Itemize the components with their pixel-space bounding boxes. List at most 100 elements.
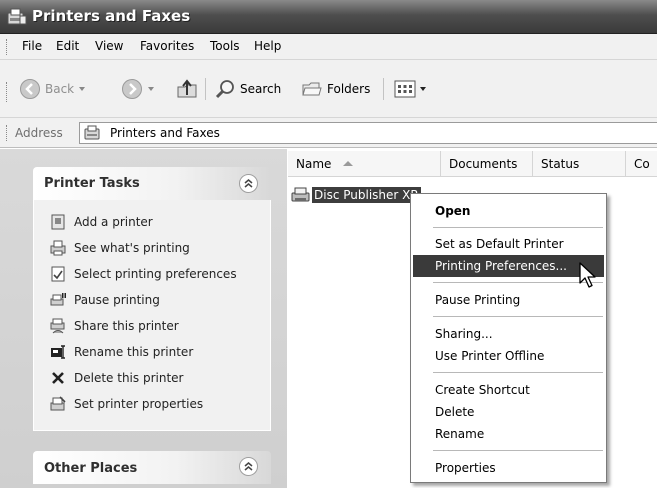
task-see-printing[interactable]: See what's printing [49,238,190,258]
printer-name: Disc Publisher XR [312,187,421,203]
list-header: Name Documents Status Co [288,151,657,177]
menu-help[interactable]: Help [254,39,281,53]
column-header-status[interactable]: Status [533,151,626,177]
menu-item-delete[interactable]: Delete [411,401,606,423]
menu-item-set-default[interactable]: Set as Default Printer [411,233,606,255]
views-icon [394,80,416,98]
up-folder-button[interactable] [175,74,199,104]
toolbar-grip[interactable] [6,82,9,102]
share-printer-icon [49,318,66,335]
task-share-printer[interactable]: Share this printer [49,316,179,336]
address-label: Address [15,126,63,140]
rename-icon [49,344,66,361]
address-input[interactable]: Printers and Faxes [79,122,657,144]
forward-arrow-icon [122,79,142,99]
collapse-icon[interactable] [239,174,258,193]
properties-icon [49,396,66,413]
task-select-preferences[interactable]: Select printing preferences [49,264,237,284]
menu-file[interactable]: File [22,39,42,53]
menu-item-label: Create Shortcut [435,383,530,397]
menu-item-pause-printing[interactable]: Pause Printing [411,289,606,311]
menu-separator [433,227,603,228]
column-header-documents[interactable]: Documents [441,151,533,177]
column-label: Co [634,157,650,171]
window-title: Printers and Faxes [32,7,191,25]
up-folder-icon [177,79,197,98]
list-item[interactable]: Disc Publisher XR [291,184,421,206]
task-set-properties[interactable]: Set printer properties [49,394,203,414]
task-rename-printer[interactable]: Rename this printer [49,342,193,362]
menu-item-sharing[interactable]: Sharing... [411,323,606,345]
task-delete-printer[interactable]: Delete this printer [49,368,183,388]
task-pause-printing[interactable]: Pause printing [49,290,160,310]
collapse-icon[interactable] [239,457,258,476]
context-menu: Open Set as Default Printer Printing Pre… [410,193,607,483]
printers-folder-icon [7,8,27,25]
printers-folder-icon [84,125,100,140]
add-printer-icon [49,214,66,231]
column-label: Status [541,157,580,171]
task-label: Share this printer [74,319,179,333]
chevron-down-icon[interactable] [420,87,426,91]
menu-item-label: Rename [435,427,485,441]
menu-item-label: Sharing... [435,327,493,341]
task-label: Set printer properties [74,397,204,411]
task-label: Add a printer [74,215,153,229]
other-places-title: Other Places [44,461,138,476]
printer-icon [291,187,310,202]
title-bar: Printers and Faxes [0,0,657,34]
column-label: Name [296,157,332,171]
back-label: Back [45,82,75,96]
column-label: Documents [449,157,518,171]
menu-item-label: Printing Preferences... [435,259,567,273]
addressbar-grip[interactable] [6,125,9,141]
menu-tools[interactable]: Tools [210,39,240,53]
column-header-comments[interactable]: Co [626,151,657,177]
address-value: Printers and Faxes [110,126,220,140]
toolbar: Back Search Folders [0,60,657,118]
menu-separator [433,450,603,451]
menu-item-label: Use Printer Offline [435,349,545,363]
pause-printer-icon [49,292,66,309]
task-label: See what's printing [74,241,190,255]
menu-item-label: Open [435,204,471,218]
menu-item-properties[interactable]: Properties [411,457,606,479]
folders-label: Folders [327,82,371,96]
menu-separator [433,316,603,317]
printer-tasks-panel: Add a printer See what's printing Select… [33,200,271,431]
menu-view[interactable]: View [95,39,123,53]
chevron-down-icon[interactable] [148,87,154,91]
forward-button[interactable] [121,74,154,104]
search-icon [215,80,234,99]
column-header-name[interactable]: Name [288,151,441,177]
toolbar-separator [205,78,206,100]
menu-item-use-offline[interactable]: Use Printer Offline [411,345,606,367]
chevron-down-icon[interactable] [79,87,86,91]
menu-item-open[interactable]: Open [411,200,606,222]
views-button[interactable] [393,74,426,104]
task-add-printer[interactable]: Add a printer [49,212,153,232]
menu-item-rename[interactable]: Rename [411,423,606,445]
folders-button[interactable]: Folders [301,74,370,104]
menu-favorites[interactable]: Favorites [140,39,194,53]
print-queue-icon [49,240,66,257]
menu-bar: File Edit View Favorites Tools Help [0,34,657,60]
menu-item-label: Set as Default Printer [435,237,564,251]
printer-tasks-header[interactable]: Printer Tasks [33,167,271,200]
task-label: Rename this printer [74,345,194,359]
delete-x-icon [49,370,66,387]
other-places-header[interactable]: Other Places [33,451,271,484]
menu-item-printing-preferences[interactable]: Printing Preferences... [413,255,604,277]
menubar-grip[interactable] [6,39,9,55]
sort-ascending-icon [343,161,353,166]
preferences-icon [49,266,66,283]
mouse-pointer-icon [579,262,596,288]
address-bar: Address Printers and Faxes [0,118,657,148]
search-button[interactable]: Search [214,74,281,104]
menu-item-label: Pause Printing [435,293,521,307]
folders-icon [302,82,322,96]
task-label: Select printing preferences [74,267,237,281]
menu-item-create-shortcut[interactable]: Create Shortcut [411,379,606,401]
back-button[interactable]: Back [19,74,86,104]
menu-edit[interactable]: Edit [56,39,79,53]
